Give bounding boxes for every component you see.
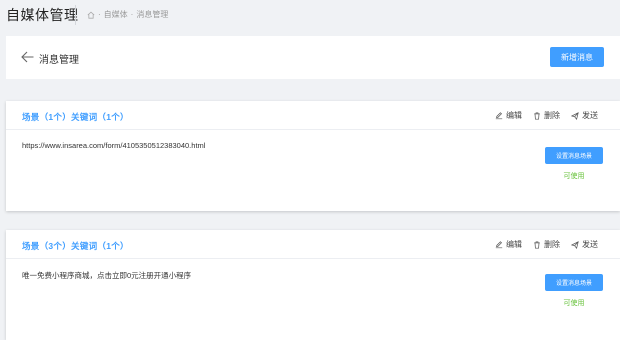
scene-keyword-summary: 场景（3个）关键词（1个） <box>22 241 129 251</box>
send-action[interactable]: 发送 <box>571 239 598 250</box>
send-icon <box>571 240 579 249</box>
message-card-header: 场景（3个）关键词（1个） 编辑 删除 发送 <box>6 230 620 259</box>
page-title: 消息管理 <box>39 55 79 66</box>
send-action[interactable]: 发送 <box>571 110 598 121</box>
edit-action[interactable]: 编辑 <box>495 110 522 121</box>
status-text: 可使用 <box>563 173 585 180</box>
top-bar: 自媒体管理 · 自媒体 · 消息管理 <box>0 0 620 30</box>
breadcrumb-separator: · <box>98 10 101 19</box>
edit-icon <box>495 240 503 248</box>
divider <box>75 5 76 25</box>
home-icon[interactable] <box>87 11 95 19</box>
message-card-header: 场景（1个）关键词（1个） 编辑 删除 发送 <box>6 101 620 130</box>
card-actions: 编辑 删除 发送 <box>495 110 598 121</box>
delete-action[interactable]: 删除 <box>533 110 560 121</box>
send-label: 发送 <box>582 111 598 120</box>
message-content: https://www.insarea.com/form/41053505123… <box>22 141 206 150</box>
delete-label: 删除 <box>544 111 560 120</box>
page-header: 消息管理 新增消息 <box>6 36 620 79</box>
message-content: 唯一免费小程序商城，点击立即0元注册开通小程序 <box>22 271 192 280</box>
set-scene-button[interactable]: 设置消息场景 <box>545 147 603 164</box>
message-card: 场景（1个）关键词（1个） 编辑 删除 发送 https://www.insar… <box>6 101 620 211</box>
new-message-button[interactable]: 新增消息 <box>550 47 604 67</box>
breadcrumb: · 自媒体 · 消息管理 <box>87 9 168 20</box>
set-scene-button[interactable]: 设置消息场景 <box>545 274 603 291</box>
message-card: 场景（3个）关键词（1个） 编辑 删除 发送 唯一免费小程序商城，点击立即0元注… <box>6 230 620 340</box>
edit-action[interactable]: 编辑 <box>495 239 522 250</box>
app-title: 自媒体管理 <box>6 7 79 23</box>
breadcrumb-separator: · <box>130 10 134 19</box>
delete-label: 删除 <box>544 240 560 249</box>
trash-icon <box>534 240 540 249</box>
trash-icon <box>534 111 540 120</box>
edit-label: 编辑 <box>506 240 522 249</box>
send-label: 发送 <box>582 240 598 249</box>
breadcrumb-item-messages: 消息管理 <box>136 10 169 19</box>
delete-action[interactable]: 删除 <box>533 239 560 250</box>
scene-keyword-summary: 场景（1个）关键词（1个） <box>22 112 129 122</box>
edit-label: 编辑 <box>506 111 522 120</box>
breadcrumb-item-media[interactable]: 自媒体 <box>104 9 128 20</box>
card-actions: 编辑 删除 发送 <box>495 239 598 250</box>
arrow-left-icon[interactable] <box>21 50 34 68</box>
status-text: 可使用 <box>563 300 585 307</box>
send-icon <box>571 111 579 120</box>
edit-icon <box>495 111 503 119</box>
